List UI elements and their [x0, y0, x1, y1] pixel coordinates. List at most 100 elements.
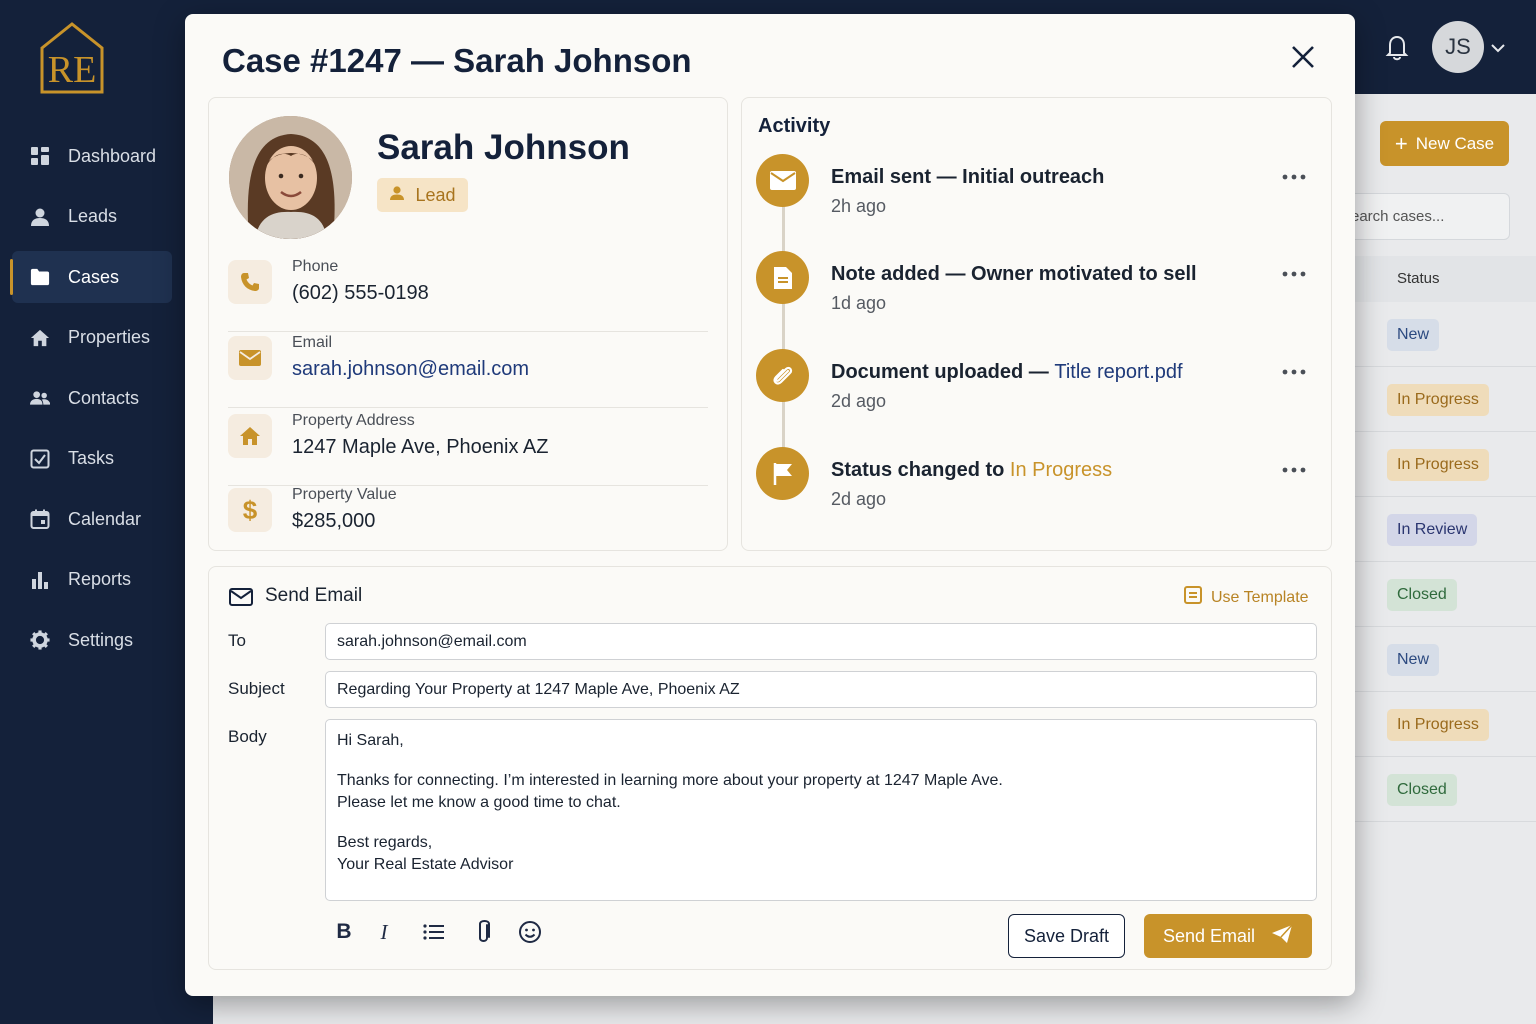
- bar-chart-icon: [30, 570, 50, 590]
- sidebar-item-properties[interactable]: Properties: [12, 312, 172, 364]
- property-value-label: Property Value: [292, 486, 397, 503]
- bold-icon[interactable]: B: [331, 919, 357, 945]
- checkbox-icon: [30, 449, 50, 469]
- table-row[interactable]: In Progress: [1355, 367, 1536, 432]
- send-email-title: Send Email: [265, 585, 363, 606]
- body-line: Thanks for connecting. I’m interested in…: [337, 772, 1003, 789]
- profile-card: Sarah Johnson Lead Phone (602) 555-0198 …: [208, 97, 728, 551]
- status-badge: In Progress: [1387, 384, 1489, 416]
- to-input[interactable]: sarah.johnson@email.com: [325, 623, 1317, 660]
- subject-input[interactable]: Regarding Your Property at 1247 Maple Av…: [325, 671, 1317, 708]
- profile-name: Sarah Johnson: [377, 128, 630, 167]
- sidebar-item-cases[interactable]: Cases: [10, 251, 172, 303]
- use-template-button[interactable]: Use Template: [1184, 586, 1309, 609]
- case-modal: Case #1247 — Sarah Johnson Sarah Johnson…: [185, 14, 1355, 996]
- phone-row: Phone (602) 555-0198: [228, 256, 708, 332]
- table-row[interactable]: In Progress: [1355, 432, 1536, 497]
- emoji-icon[interactable]: [517, 919, 543, 945]
- status-badge: In Review: [1387, 514, 1478, 546]
- dashboard-grid-icon: [30, 146, 50, 166]
- email-link[interactable]: sarah.johnson@email.com: [292, 358, 529, 381]
- sidebar-item-label: Reports: [68, 569, 132, 589]
- body-label: Body: [228, 727, 267, 746]
- activity-card: Activity Email sent — Initial outreach 2…: [741, 97, 1332, 551]
- new-case-button[interactable]: + New Case: [1380, 121, 1509, 166]
- phone-label: Phone: [292, 258, 339, 275]
- sidebar-nav: Dashboard Leads Cases Properties Contact…: [10, 130, 172, 675]
- dollar-icon: $: [228, 488, 272, 532]
- activity-text: Document uploaded — Title report.pdf: [831, 361, 1183, 383]
- status-badge: In Progress: [1387, 709, 1489, 741]
- home-icon: [228, 414, 272, 458]
- sidebar-item-settings[interactable]: Settings: [12, 614, 172, 666]
- activity-item[interactable]: Document uploaded — Title report.pdf 2d …: [756, 349, 1316, 419]
- status-column-header: Status: [1397, 270, 1440, 287]
- more-options-icon[interactable]: [1282, 463, 1306, 475]
- sidebar-item-label: Properties: [68, 327, 151, 347]
- activity-item[interactable]: Email sent — Initial outreach 2h ago: [756, 154, 1316, 224]
- table-row[interactable]: Closed: [1355, 757, 1536, 822]
- sidebar-item-contacts[interactable]: Contacts: [12, 372, 172, 424]
- template-icon: [1184, 586, 1202, 609]
- activity-item[interactable]: Note added — Owner motivated to sell 1d …: [756, 251, 1316, 321]
- notification-bell-icon[interactable]: [1382, 32, 1412, 62]
- sidebar-item-label: Tasks: [68, 448, 115, 468]
- sidebar-item-calendar[interactable]: Calendar: [12, 493, 172, 545]
- profile-photo: [229, 116, 352, 239]
- gear-icon: [30, 630, 50, 650]
- title-report-link[interactable]: Title report.pdf: [1054, 361, 1182, 383]
- email-row: Email sarah.johnson@email.com: [228, 332, 708, 408]
- sidebar-item-leads[interactable]: Leads: [12, 191, 172, 243]
- more-options-icon[interactable]: [1282, 170, 1306, 182]
- use-template-label: Use Template: [1211, 588, 1309, 606]
- status-badge: New: [1387, 644, 1440, 676]
- activity-time: 2d ago: [831, 391, 887, 411]
- sidebar-item-reports[interactable]: Reports: [12, 554, 172, 606]
- activity-text: Note added — Owner motivated to sell: [831, 263, 1197, 285]
- lead-badge: Lead: [377, 178, 468, 212]
- send-email-card: Send Email Use Template To sarah.johnson…: [208, 566, 1332, 970]
- sidebar-item-dashboard[interactable]: Dashboard: [12, 130, 172, 182]
- body-greeting: Hi Sarah,: [337, 732, 404, 749]
- new-case-label: New Case: [1415, 133, 1495, 153]
- attachment-icon[interactable]: [471, 919, 497, 945]
- more-options-icon[interactable]: [1282, 365, 1306, 377]
- status-badge: In Progress: [1387, 449, 1489, 481]
- activity-time: 2d ago: [831, 489, 887, 509]
- table-row[interactable]: New: [1355, 627, 1536, 692]
- body-textarea[interactable]: Hi Sarah, Thanks for connecting. I’m int…: [325, 719, 1317, 901]
- body-closing: Best regards,: [337, 834, 433, 851]
- status-badge: Closed: [1387, 579, 1457, 611]
- table-row[interactable]: In Progress: [1355, 692, 1536, 757]
- body-signature: Your Real Estate Advisor: [337, 856, 514, 873]
- table-row[interactable]: Closed: [1355, 562, 1536, 627]
- value-row: $ Property Value $285,000: [228, 484, 708, 560]
- sidebar-item-label: Cases: [68, 266, 120, 287]
- table-row[interactable]: New: [1355, 302, 1536, 367]
- phone-value[interactable]: (602) 555-0198: [292, 282, 429, 305]
- sidebar-item-label: Calendar: [68, 508, 142, 529]
- phone-icon: [228, 260, 272, 304]
- activity-text: Status changed to In Progress: [831, 459, 1113, 481]
- folder-icon: [30, 267, 50, 287]
- address-row: Property Address 1247 Maple Ave, Phoenix…: [228, 410, 708, 486]
- close-icon[interactable]: [1290, 44, 1316, 70]
- more-options-icon[interactable]: [1282, 267, 1306, 279]
- send-email-button[interactable]: Send Email: [1144, 914, 1312, 958]
- chevron-down-icon[interactable]: [1490, 40, 1506, 56]
- save-draft-button[interactable]: Save Draft: [1008, 914, 1125, 958]
- search-cases-input[interactable]: earch cases...: [1340, 193, 1510, 240]
- activity-item[interactable]: Status changed to In Progress 2d ago: [756, 447, 1316, 517]
- sidebar-item-tasks[interactable]: Tasks: [12, 433, 172, 485]
- sidebar-item-label: Settings: [68, 629, 134, 650]
- table-header: Status: [1355, 256, 1536, 302]
- bullet-list-icon[interactable]: [421, 919, 447, 945]
- status-highlight: In Progress: [1009, 459, 1113, 481]
- user-avatar[interactable]: JS: [1432, 21, 1484, 73]
- envelope-icon: [756, 154, 809, 207]
- italic-icon[interactable]: I: [371, 919, 397, 945]
- modal-title: Case #1247 — Sarah Johnson: [222, 42, 692, 79]
- table-row[interactable]: In Review: [1355, 497, 1536, 562]
- brand-logo[interactable]: RE: [38, 20, 106, 96]
- property-value: $285,000: [292, 510, 376, 532]
